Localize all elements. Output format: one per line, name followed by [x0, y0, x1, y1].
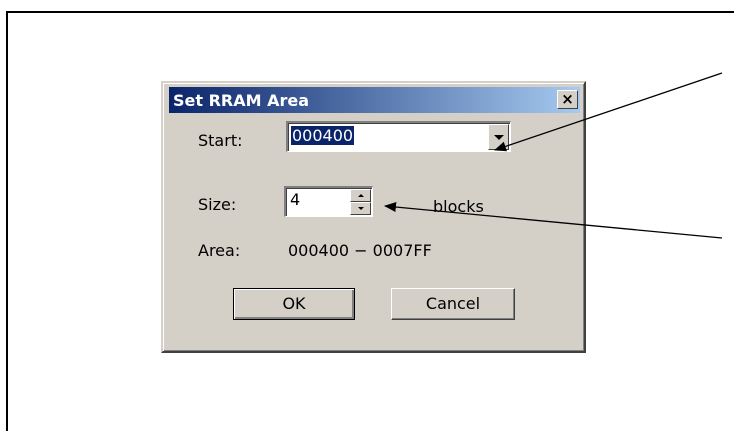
arrow-to-dropdown: [494, 72, 723, 152]
arrow-to-size-spinner: [384, 202, 723, 239]
annotation-arrows: [384, 72, 723, 239]
